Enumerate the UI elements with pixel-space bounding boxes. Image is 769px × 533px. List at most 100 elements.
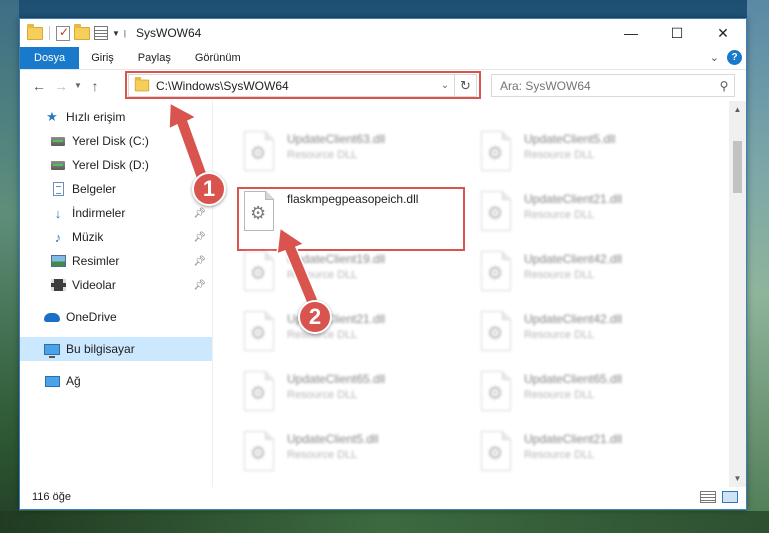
file-tile[interactable]: ⚙ UpdateClient63.dll Resource DLL	[241, 129, 461, 185]
file-tile[interactable]: ⚙ UpdateClient21.dll Resource DLL	[478, 429, 698, 485]
search-icon[interactable]: ⚲	[714, 79, 734, 93]
sidebar-item-network[interactable]: Ağ	[20, 369, 212, 393]
main-body: ★ Hızlı erişim Yerel Disk (C:) Yerel Dis…	[20, 101, 746, 487]
onedrive-icon	[44, 309, 60, 325]
new-folder-icon[interactable]	[74, 23, 90, 40]
file-type: Resource DLL	[524, 269, 595, 281]
ribbon-tabs: Dosya Giriş Paylaş Görünüm ⌄ ?	[20, 47, 746, 69]
file-highlight-annotation	[237, 187, 465, 251]
sidebar-item-local-disk-d[interactable]: Yerel Disk (D:)	[20, 153, 212, 177]
minimize-button[interactable]: —	[608, 19, 654, 47]
desktop-background-right	[747, 0, 769, 533]
pin-icon[interactable]: 📌︎	[193, 208, 206, 219]
rename-icon[interactable]	[94, 26, 108, 40]
file-name: UpdateClient19.dll	[287, 252, 386, 266]
toolbar-separator	[49, 26, 50, 40]
file-name: UpdateClient42.dll	[524, 252, 623, 266]
search-input[interactable]	[492, 78, 714, 93]
sidebar-item-label: Belgeler	[72, 182, 117, 196]
file-name: UpdateClient42.dll	[524, 312, 623, 326]
step-marker-2: 2	[298, 300, 332, 334]
file-tile[interactable]: ⚙ UpdateClient19.dll Resource DLL	[241, 249, 461, 305]
drive-icon	[50, 133, 66, 149]
sidebar-item-label: Yerel Disk (C:)	[72, 134, 149, 148]
sidebar-item-onedrive[interactable]: OneDrive	[20, 305, 212, 329]
recent-locations-dropdown-icon[interactable]: ▼	[72, 81, 84, 90]
sidebar-item-local-disk-c[interactable]: Yerel Disk (C:)	[20, 129, 212, 153]
file-name: UpdateClient21.dll	[524, 192, 623, 206]
dll-file-icon: ⚙	[478, 311, 514, 357]
window-title: SysWOW64	[136, 26, 202, 40]
tab-gorunum[interactable]: Görünüm	[183, 47, 253, 69]
sidebar-item-pictures[interactable]: Resimler 📌︎	[20, 249, 212, 273]
tab-giris[interactable]: Giriş	[79, 47, 126, 69]
dll-file-icon: ⚙	[241, 251, 277, 297]
pin-icon[interactable]: 📌︎	[193, 232, 206, 243]
network-icon	[44, 373, 60, 389]
scroll-up-arrow-icon[interactable]: ▲	[729, 101, 746, 118]
navigation-pane: ★ Hızlı erişim Yerel Disk (C:) Yerel Dis…	[20, 101, 213, 487]
sidebar-item-label: İndirmeler	[72, 206, 126, 220]
dll-file-icon: ⚙	[478, 131, 514, 177]
dll-file-icon: ⚙	[478, 251, 514, 297]
toolbar-separator-line: |	[123, 28, 126, 38]
tab-paylas[interactable]: Paylaş	[126, 47, 183, 69]
file-tile[interactable]: ⚙ UpdateClient21.dll Resource DLL	[241, 309, 461, 365]
details-view-icon[interactable]	[700, 491, 716, 503]
large-icons-view-icon[interactable]	[722, 491, 738, 503]
pin-icon[interactable]: 📌︎	[193, 256, 206, 267]
file-tile[interactable]: ⚙ UpdateClient42.dll Resource DLL	[478, 249, 698, 305]
documents-icon	[50, 181, 66, 197]
sidebar-item-label: Yerel Disk (D:)	[72, 158, 149, 172]
file-tile[interactable]: ⚙ UpdateClient42.dll Resource DLL	[478, 309, 698, 365]
help-icon[interactable]: ?	[727, 50, 742, 65]
expand-ribbon-chevron-icon[interactable]: ⌄	[710, 51, 719, 64]
window-controls: — ☐ ✕	[608, 19, 746, 47]
file-name: UpdateClient21.dll	[524, 432, 623, 446]
ribbon-right-controls: ⌄ ?	[710, 50, 742, 65]
search-box[interactable]: ⚲	[491, 74, 735, 97]
file-type: Resource DLL	[287, 269, 358, 281]
sidebar-item-this-pc[interactable]: Bu bilgisayar	[20, 337, 212, 361]
scrollbar-thumb[interactable]	[733, 141, 742, 193]
downloads-icon: ↓	[54, 205, 62, 221]
file-name: UpdateClient5.dll	[524, 132, 616, 146]
maximize-button[interactable]: ☐	[654, 19, 700, 47]
up-arrow-icon[interactable]: ↑	[84, 78, 106, 94]
sidebar-item-music[interactable]: ♪ Müzik 📌︎	[20, 225, 212, 249]
customize-dropdown-icon[interactable]: ▼	[112, 29, 120, 38]
sidebar-item-documents[interactable]: Belgeler 📌︎	[20, 177, 212, 201]
explorer-window: ▼ | SysWOW64 — ☐ ✕ Dosya Giriş Paylaş Gö…	[19, 18, 747, 510]
file-type: Resource DLL	[524, 329, 595, 341]
dll-file-icon: ⚙	[241, 131, 277, 177]
file-tile[interactable]: ⚙ UpdateClient65.dll Resource DLL	[241, 369, 461, 425]
forward-arrow-icon[interactable]: →	[50, 78, 72, 94]
this-pc-icon	[44, 341, 60, 358]
music-icon: ♪	[54, 229, 62, 245]
file-tile[interactable]: ⚙ UpdateClient5.dll Resource DLL	[478, 129, 698, 185]
pin-icon[interactable]: 📌︎	[193, 280, 206, 291]
folder-icon	[27, 23, 43, 40]
properties-check-icon[interactable]	[56, 25, 70, 41]
file-type: Resource DLL	[287, 449, 358, 461]
vertical-scrollbar[interactable]: ▲ ▼	[729, 101, 746, 487]
back-arrow-icon[interactable]: ←	[28, 78, 50, 94]
tab-dosya[interactable]: Dosya	[20, 47, 80, 69]
sidebar-item-downloads[interactable]: ↓ İndirmeler 📌︎	[20, 201, 212, 225]
item-count: 116 öğe	[32, 491, 71, 503]
address-highlight-annotation	[125, 71, 481, 99]
file-name: UpdateClient65.dll	[524, 372, 623, 386]
dll-file-icon: ⚙	[478, 431, 514, 477]
sidebar-item-videos[interactable]: Videolar 📌︎	[20, 273, 212, 297]
dll-file-icon: ⚙	[241, 371, 277, 417]
file-tile[interactable]: ⚙ UpdateClient21.dll Resource DLL	[478, 189, 698, 245]
sidebar-item-quick-access[interactable]: ★ Hızlı erişim	[20, 105, 212, 129]
close-button[interactable]: ✕	[700, 19, 746, 47]
sidebar-item-label: Müzik	[72, 230, 104, 244]
file-tile[interactable]: ⚙ UpdateClient5.dll Resource DLL	[241, 429, 461, 485]
dll-file-icon: ⚙	[478, 191, 514, 237]
file-tile[interactable]: ⚙ UpdateClient65.dll Resource DLL	[478, 369, 698, 425]
